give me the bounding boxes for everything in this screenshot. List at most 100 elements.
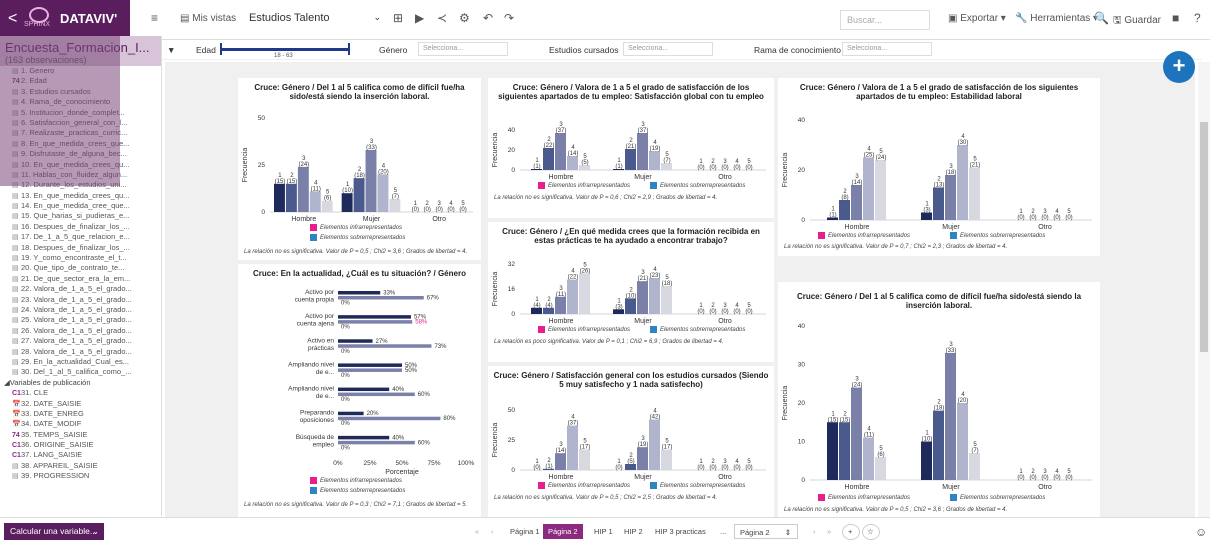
video-icon[interactable]: ■ [1172, 11, 1179, 25]
bar [579, 449, 590, 470]
next-page-icon[interactable]: › [808, 524, 821, 539]
redo-icon[interactable]: ↷ [504, 11, 514, 25]
bar-value-label: (1) [829, 213, 836, 219]
last-page-icon[interactable]: » [822, 524, 836, 539]
variable-item[interactable]: ▤ 21. De_que_sector_era_la_em... [0, 274, 161, 284]
panel-insercion-laboral-grande[interactable]: Cruce: Género / Del 1 al 5 califica como… [778, 282, 1100, 517]
genero-filter-input[interactable]: Selecciona... [418, 42, 508, 56]
chat-icon[interactable]: ☺ [1190, 522, 1210, 539]
bar-value-label: (17) [580, 445, 591, 451]
variable-item[interactable]: ▤ 26. Valora_de_1_a_5_el_grado... [0, 326, 161, 336]
category-label: Activo por [305, 313, 335, 320]
prev-page-icon[interactable]: ‹ [486, 524, 499, 539]
search-input[interactable]: Buscar... [840, 10, 930, 30]
panel-insercion-laboral[interactable]: Cruce: Género / Del 1 al 5 califica como… [238, 78, 481, 260]
variable-item[interactable]: ▤ 22. Valora_de_1_a_5_el_grado... [0, 284, 161, 294]
hamburger-menu-icon[interactable]: ≡ [151, 11, 158, 25]
first-page-icon[interactable]: « [470, 524, 484, 539]
variable-type-icon: C1 [12, 390, 21, 398]
rama-filter-input[interactable]: Selecciona... [842, 42, 932, 56]
vertical-scrollbar[interactable] [1198, 62, 1210, 517]
bar-value-label: (0) [1017, 475, 1024, 481]
panel-satisfaccion-global[interactable]: Cruce: Género / Valora de 1 a 5 el grado… [488, 78, 774, 218]
bar-value-label: (1) [533, 164, 540, 170]
page-tab-hip2[interactable]: HIP 2 [619, 524, 648, 539]
bar [341, 193, 353, 212]
help-icon[interactable]: ? [1194, 11, 1201, 25]
variable-item[interactable]: ▤ 16. Despues_de_finalizar_los_... [0, 222, 161, 232]
estudios-filter-input[interactable]: Selecciona... [623, 42, 713, 56]
variable-item[interactable]: ▤ 30. Del_1_al_5_califica_como_... [0, 367, 161, 377]
panel-estabilidad-laboral[interactable]: Cruce: Género / Valora de 1 a 5 el grado… [778, 78, 1100, 256]
bar [945, 175, 956, 220]
study-selector[interactable]: Estudios Talento ⌄ [243, 9, 385, 29]
variable-item[interactable]: 7435. TEMPS_SAISIE [0, 430, 161, 440]
variable-type-icon: ▤ [12, 348, 19, 356]
settings-icon[interactable]: ⚙ [459, 11, 470, 25]
back-icon[interactable]: < [8, 10, 17, 28]
variable-item[interactable]: 📅33. DATE_ENREG [0, 409, 161, 419]
page-select[interactable]: Página 2 ⇕ [734, 524, 798, 539]
variable-item[interactable]: ▤ 23. Valora_de_1_a_5_el_grado... [0, 295, 161, 305]
variable-item[interactable]: ▤ 18. Despues_de_finalizar_los_... [0, 243, 161, 253]
variable-item[interactable]: ▤ 17. De_1_a_5_que_relacion_e... [0, 232, 161, 242]
scrollbar-thumb[interactable] [1200, 122, 1208, 352]
variable-item[interactable]: ▤ 13. En_que_medida_crees_qu... [0, 191, 161, 201]
variable-item[interactable]: ▤ 25. Valora_de_1_a_5_el_grado... [0, 315, 161, 325]
variable-item[interactable]: ▤ 14. En_que_medida_cree_que... [0, 201, 161, 211]
chevron-down-icon: ⌄ [373, 12, 381, 22]
bar [875, 456, 886, 480]
variable-item[interactable]: ▤ 29. En_la_actualidad_Cual_es... [0, 357, 161, 367]
panel-formacion-practicas[interactable]: Cruce: Género / ¿En qué medida crees que… [488, 222, 774, 362]
page-tab-hip3[interactable]: HIP 3 practicas [650, 524, 711, 539]
bar-value-label: (0) [1029, 475, 1036, 481]
page-tab-1[interactable]: Página 1 [505, 524, 545, 539]
variable-item[interactable]: ▤ 27. Valora_de_1_a_5_el_grado... [0, 336, 161, 346]
share-icon[interactable]: ≺ [437, 11, 447, 25]
variable-item[interactable]: ▤ 38. APPAREIL_SAISIE [0, 461, 161, 471]
bar-value-label: (15) [828, 417, 839, 423]
variable-item[interactable]: C137. LANG_SAISIE [0, 450, 161, 460]
bar-value-label: (21) [626, 144, 637, 150]
page-tab-more[interactable]: ... [715, 524, 731, 539]
variable-group[interactable]: ◢Variables de publicación [0, 378, 161, 388]
views-button[interactable]: ▤ Mis vistas [180, 13, 236, 24]
zoom-icon[interactable]: 🔍 [1094, 11, 1109, 25]
calculate-variable-button[interactable]: Calcular una variable... ⌄ [4, 523, 104, 540]
filter-icon[interactable]: ▼ [167, 45, 175, 55]
panel-situacion-actual[interactable]: Cruce: En la actualidad, ¿Cuál es tu sit… [238, 264, 481, 517]
edad-range-slider[interactable] [220, 43, 350, 55]
variable-label: 16. Despues_de_finalizar_los_... [21, 221, 130, 231]
panel-satisfaccion-estudios[interactable]: Cruce: Género / Satisfacción general con… [488, 366, 774, 517]
variable-item[interactable]: C136. ORIGINE_SAISIE [0, 440, 161, 450]
page-tab-2[interactable]: Página 2 [543, 524, 583, 539]
star-icon[interactable]: ☆ [862, 524, 880, 540]
variable-item[interactable]: 📅32. DATE_SAISIE [0, 399, 161, 409]
variable-item[interactable]: ▤ 20. Que_tipo_de_contrato_te... [0, 263, 161, 273]
bar-value-label: (1) [545, 464, 552, 470]
tools-menu[interactable]: 🔧 Herramientas ▾ [1015, 13, 1098, 24]
x-tick-label: Hombre [845, 224, 870, 231]
bar-value-label: (0) [721, 165, 728, 171]
views-label: Mis vistas [192, 13, 237, 24]
bar-value-label: (15) [287, 179, 298, 185]
x-tick-label: Otro [718, 318, 732, 325]
add-page-icon[interactable]: ⊞ [393, 11, 403, 25]
save-button[interactable]: 🖫 Guardar [1113, 13, 1161, 30]
variable-item[interactable]: ▤ 39. PROGRESSION [0, 471, 161, 481]
variable-item[interactable]: ▤ 28. Valora_de_1_a_5_el_grado... [0, 347, 161, 357]
bar-value-label: (0) [1053, 215, 1060, 221]
variable-item[interactable]: ▤ 24. Valora_de_1_a_5_el_grado... [0, 305, 161, 315]
add-widget-button[interactable]: + [1163, 51, 1195, 83]
bar-value-label: (18) [946, 170, 957, 176]
variable-item[interactable]: ▤ 15. Que_harias_si_pudieras_e... [0, 211, 161, 221]
variable-item[interactable]: 📅34. DATE_MODIF [0, 419, 161, 429]
variable-item[interactable]: C131. CLE [0, 388, 161, 398]
export-menu[interactable]: ▣ Exportar ▾ [948, 13, 1006, 24]
bar [827, 422, 838, 480]
page-tab-hip1[interactable]: HIP 1 [589, 524, 618, 539]
play-icon[interactable]: ▶ [415, 11, 424, 25]
undo-icon[interactable]: ↶ [483, 11, 493, 25]
add-page-icon[interactable]: + [842, 524, 860, 540]
variable-item[interactable]: ▤ 19. Y_como_encontraste_el_t... [0, 253, 161, 263]
